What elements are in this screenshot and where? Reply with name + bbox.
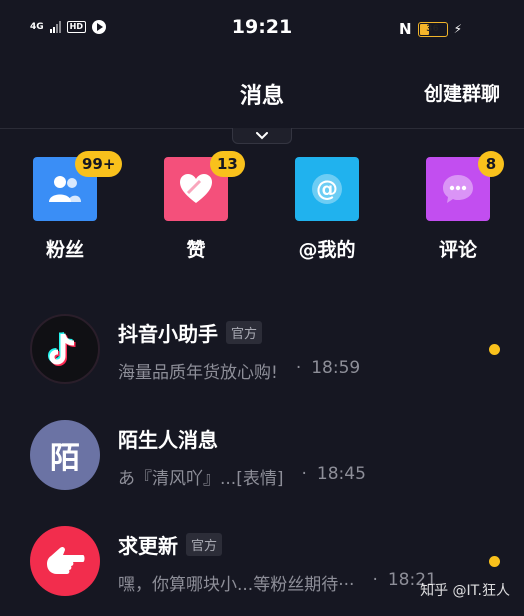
conversation-time: 18:45 bbox=[316, 464, 366, 484]
conversation-row[interactable]: 陌 陌生人消息 あ『清风吖』...[表情] · 18:45 bbox=[0, 402, 524, 506]
conversation-preview: 嘿，你算哪块小...等粉丝期待··· · 18:21 bbox=[118, 570, 437, 595]
at-icon: @ bbox=[295, 157, 359, 221]
comments-badge: 8 bbox=[478, 151, 504, 177]
likes-badge: 13 bbox=[210, 151, 245, 177]
conversation-time: 18:59 bbox=[311, 358, 361, 378]
conversation-preview: 海量品质年货放心购! · 18:59 bbox=[118, 358, 361, 383]
header: 消息 创建群聊 bbox=[0, 60, 524, 128]
battery-icon: 36 bbox=[417, 21, 448, 37]
nfc-icon: N bbox=[399, 20, 412, 38]
shortcut-row: 99+ 粉丝 13 赞 @ @我的 8 评论 bbox=[0, 151, 524, 267]
conversation-name: 陌生人消息 bbox=[118, 428, 218, 452]
shortcut-comments[interactable]: 8 评论 bbox=[413, 151, 504, 262]
conversation-row[interactable]: 抖音小助手 官方 海量品质年货放心购! · 18:59 bbox=[0, 296, 524, 400]
shortcut-label: 粉丝 bbox=[45, 239, 84, 261]
shortcut-label: 评论 bbox=[438, 239, 477, 261]
create-group-button[interactable]: 创建群聊 bbox=[424, 79, 500, 106]
status-bar: 4G HD 19:21 N 36 ⚡ bbox=[0, 0, 524, 60]
unread-dot bbox=[489, 556, 500, 567]
conversation-name: 求更新 官方 bbox=[118, 530, 223, 559]
shortcut-label: @我的 bbox=[298, 239, 356, 261]
shortcut-label: 赞 bbox=[186, 239, 206, 261]
battery-level: 36 bbox=[426, 23, 439, 34]
charging-icon: ⚡ bbox=[453, 22, 462, 36]
pointing-hand-icon bbox=[30, 526, 100, 596]
shortcut-fans[interactable]: 99+ 粉丝 bbox=[20, 151, 123, 262]
like-heart-icon: 13 bbox=[164, 151, 245, 221]
comment-icon: 8 bbox=[426, 151, 504, 221]
expand-toggle[interactable] bbox=[232, 128, 292, 144]
chevron-down-icon bbox=[256, 131, 268, 139]
conversation-name: 抖音小助手 官方 bbox=[118, 318, 263, 347]
separator-dot: · bbox=[372, 570, 378, 590]
status-right: N 36 ⚡ bbox=[399, 20, 462, 38]
official-tag: 官方 bbox=[226, 321, 263, 344]
unread-dot bbox=[489, 344, 500, 355]
conversation-preview: あ『清风吖』...[表情] · 18:45 bbox=[118, 464, 366, 489]
official-tag: 官方 bbox=[186, 533, 223, 556]
fans-badge: 99+ bbox=[75, 151, 123, 177]
tiktok-logo-icon bbox=[30, 314, 100, 384]
fans-icon: 99+ bbox=[33, 151, 123, 221]
separator-dot: · bbox=[301, 464, 307, 484]
avatar: 陌 bbox=[30, 420, 100, 490]
svg-text:@: @ bbox=[316, 177, 338, 202]
shortcut-mentions[interactable]: @ @我的 bbox=[282, 157, 372, 262]
separator-dot: · bbox=[295, 358, 302, 378]
shortcut-likes[interactable]: 13 赞 bbox=[151, 151, 245, 262]
watermark: 知乎 @IT.狂人 bbox=[420, 583, 510, 599]
avatar-initial: 陌 bbox=[50, 441, 80, 476]
